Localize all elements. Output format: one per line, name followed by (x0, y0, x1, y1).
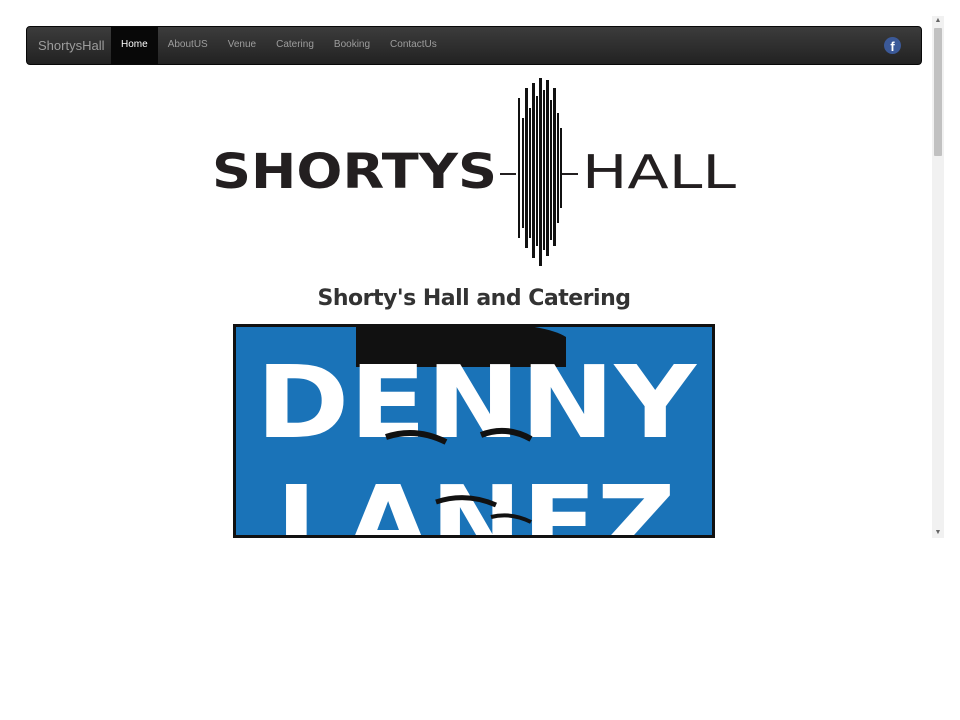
scroll-up-icon[interactable]: ▲ (932, 16, 944, 26)
nav-item-home[interactable]: Home (111, 27, 158, 64)
scroll-down-icon[interactable]: ▼ (932, 528, 944, 538)
soundwave-graphic (518, 78, 562, 266)
scrollbar-thumb[interactable] (934, 28, 942, 156)
logo-right-text: HALL (582, 145, 736, 199)
top-navbar: ShortysHall Home AboutUS Venue Catering … (26, 26, 922, 65)
nav-item-venue[interactable]: Venue (218, 27, 266, 64)
nav-menu: Home AboutUS Venue Catering Booking Cont… (111, 27, 447, 64)
brand-link[interactable]: ShortysHall (38, 27, 104, 64)
nav-item-booking[interactable]: Booking (324, 27, 380, 64)
nav-item-aboutus[interactable]: AboutUS (158, 27, 218, 64)
vertical-scrollbar[interactable]: ▲ ▼ (932, 16, 944, 538)
facebook-icon[interactable]: f (884, 37, 901, 54)
shortys-hall-logo: SHORTYS HALL (212, 78, 736, 266)
logo-left-text: SHORTYS (212, 144, 497, 200)
denny-lanez-poster: DENNY LANEZ (233, 324, 715, 538)
nav-item-contactus[interactable]: ContactUs (380, 27, 447, 64)
page-heading: Shorty's Hall and Catering (317, 286, 631, 311)
nav-item-catering[interactable]: Catering (266, 27, 324, 64)
poster-line1: DENNY (256, 344, 698, 461)
browser-viewport: ShortysHall Home AboutUS Venue Catering … (0, 0, 960, 538)
